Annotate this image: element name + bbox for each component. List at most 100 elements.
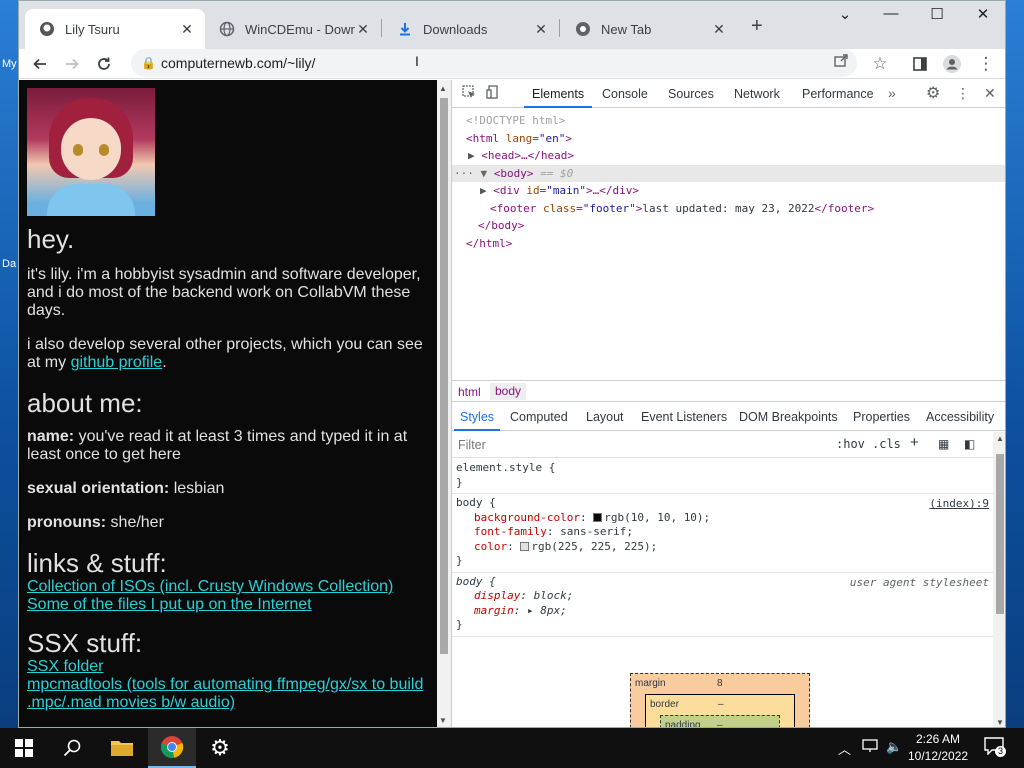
tab-wincdemu[interactable]: WinCDEmu - Downlo ✕ [205, 9, 381, 49]
close-icon[interactable]: ✕ [711, 21, 727, 38]
styles-subtabs: Styles Computed Layout Event Listeners D… [452, 403, 1005, 431]
close-icon[interactable]: ✕ [355, 21, 371, 38]
dom-footer[interactable]: <footer class="footer">last updated: may… [452, 200, 1005, 218]
dom-doctype[interactable]: <!DOCTYPE html> [452, 112, 1005, 130]
toggle-sidebar-icon[interactable]: ◧ [964, 437, 975, 451]
filter-input[interactable]: Filter [458, 438, 486, 452]
clock-time: 2:26 AM [915, 732, 961, 746]
breadcrumb-html[interactable]: html [458, 385, 481, 399]
tab-elements[interactable]: Elements [523, 87, 593, 108]
heading-hey: hey. [27, 224, 75, 254]
menu-kebab-icon[interactable]: ⋮ [973, 51, 999, 77]
about-pronouns: pronouns: she/her [27, 514, 164, 531]
scroll-up-arrow-icon[interactable]: ▲ [439, 84, 447, 93]
lock-icon[interactable]: 🔒 [141, 56, 159, 70]
clock-date: 10/12/2022 [908, 749, 969, 763]
more-tabs-icon[interactable]: » [888, 85, 896, 101]
share-icon[interactable] [833, 52, 849, 71]
search-icon [63, 739, 81, 757]
search-button[interactable] [48, 728, 96, 768]
scrollbar-thumb[interactable] [996, 454, 1004, 614]
address-bar[interactable]: 🔒 computernewb.com/~lily/ [131, 49, 857, 77]
files-link[interactable]: Some of the files I put up on the Intern… [27, 596, 429, 614]
maximize-button[interactable]: ☐ [915, 5, 959, 29]
breadcrumb: html body [452, 380, 1005, 402]
forward-button[interactable] [59, 51, 85, 77]
paint-bucket-icon[interactable]: ▦ [938, 437, 949, 451]
settings-gear-icon[interactable]: ⚙ [926, 83, 940, 103]
subtab-properties[interactable]: Properties [853, 410, 910, 424]
tab-downloads[interactable]: Downloads ✕ [383, 9, 559, 49]
close-icon[interactable]: ✕ [179, 21, 195, 38]
close-icon[interactable]: ✕ [533, 21, 549, 38]
scrollbar-thumb[interactable] [440, 98, 448, 654]
network-icon[interactable] [862, 739, 878, 756]
reload-button[interactable] [91, 51, 117, 77]
dom-body-selected[interactable]: ··· ▼ <body> == $0 [452, 164, 1005, 182]
subtab-styles[interactable]: Styles [453, 410, 501, 431]
show-hidden-icons-chevron-icon[interactable]: ︿ [838, 739, 851, 758]
bookmark-star-icon[interactable]: ☆ [867, 51, 893, 77]
subtab-computed[interactable]: Computed [510, 410, 568, 424]
tab-performance[interactable]: Performance [802, 87, 874, 101]
dom-tree: <!DOCTYPE html> <html lang="en"> ▶ <head… [452, 109, 1005, 379]
minimize-button[interactable]: — [869, 5, 913, 29]
profile-avatar[interactable] [939, 51, 965, 77]
tab-network[interactable]: Network [734, 87, 780, 101]
chrome-icon [160, 736, 184, 758]
box-margin-value[interactable]: 8 [717, 678, 723, 689]
tab-sources[interactable]: Sources [668, 87, 714, 101]
tab-new-tab[interactable]: New Tab ✕ [561, 9, 737, 49]
dom-body-close[interactable]: </body> [452, 217, 1005, 235]
settings-taskbar-button[interactable]: ⚙ [196, 728, 244, 768]
subtab-layout[interactable]: Layout [586, 410, 624, 424]
color-swatch[interactable] [520, 541, 530, 551]
devtools-tabbar: Elements Console Sources Network Perform… [452, 80, 1005, 108]
tab-lily-tsuru[interactable]: Lily Tsuru ✕ [25, 9, 205, 49]
tab-search-button[interactable]: ⌄ [823, 5, 867, 29]
tab-console[interactable]: Console [602, 87, 648, 101]
ua-source: user agent stylesheet [849, 575, 989, 589]
box-model-diagram: margin 8 border – padding – [630, 673, 810, 727]
back-button[interactable] [27, 51, 53, 77]
subtab-dom-breakpoints[interactable]: DOM Breakpoints [739, 410, 838, 424]
notifications-icon[interactable]: 3 [984, 737, 1007, 758]
new-tab-button[interactable]: + [751, 15, 763, 38]
file-explorer-button[interactable] [98, 728, 146, 768]
scroll-down-arrow-icon[interactable]: ▼ [439, 716, 447, 725]
source-link[interactable]: (index):9 [929, 497, 989, 512]
dom-html[interactable]: <html lang="en"> [452, 130, 1005, 148]
isos-link[interactable]: Collection of ISOs (incl. Crusty Windows… [27, 578, 429, 596]
breadcrumb-body[interactable]: body [490, 383, 527, 400]
chrome-taskbar-button[interactable] [148, 728, 196, 768]
subtab-event-listeners[interactable]: Event Listeners [641, 410, 727, 424]
ssx-folder-link[interactable]: SSX folder [27, 658, 429, 676]
desktop-label: My [2, 58, 17, 70]
system-clock[interactable]: 2:26 AM 10/12/2022 [908, 731, 968, 765]
dom-div-main[interactable]: ▶ <div id="main">…</div> [452, 182, 1005, 200]
page-scrollbar[interactable]: ▲ ▼ [437, 80, 451, 727]
devtools-menu-icon[interactable]: ⋮ [956, 85, 970, 102]
new-rule-plus-icon[interactable]: + [910, 434, 919, 451]
mpcmadtools-link[interactable]: mpcmadtools (tools for automating ffmpeg… [27, 676, 429, 712]
color-swatch[interactable] [593, 512, 603, 522]
dom-html-close[interactable]: </html> [452, 235, 1005, 253]
dom-head[interactable]: ▶ <head>…</head> [452, 147, 1005, 165]
github-profile-link[interactable]: github profile [71, 354, 163, 371]
start-button[interactable] [0, 728, 48, 768]
device-toolbar-icon[interactable] [486, 85, 500, 102]
tab-strip: Lily Tsuru ✕ WinCDEmu - Downlo ✕ Downloa… [19, 1, 1005, 49]
subtab-accessibility[interactable]: Accessibility [926, 410, 994, 424]
cls-toggle[interactable]: .cls [872, 437, 901, 451]
box-margin-label: margin [635, 678, 666, 689]
styles-scrollbar[interactable]: ▲ ▼ [993, 432, 1005, 727]
side-panel-icon[interactable] [907, 51, 933, 77]
profile-icon [943, 55, 961, 73]
inspect-element-icon[interactable] [462, 85, 476, 102]
notification-count: 3 [995, 746, 1007, 757]
close-window-button[interactable]: ✕ [961, 5, 1005, 29]
settings-gear-icon: ⚙ [210, 735, 230, 760]
volume-icon[interactable]: 🔈 [886, 739, 902, 755]
close-devtools-icon[interactable]: ✕ [984, 85, 996, 102]
hov-toggle[interactable]: :hov [836, 437, 865, 451]
